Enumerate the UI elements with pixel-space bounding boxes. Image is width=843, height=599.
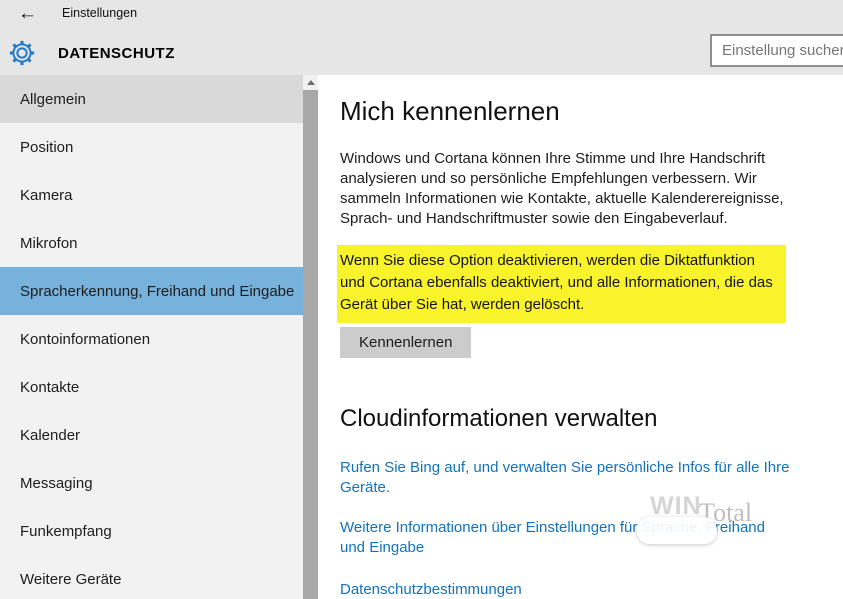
sidebar-item-funkempfang[interactable]: Funkempfang xyxy=(0,507,303,555)
back-row: ← Einstellungen xyxy=(0,0,843,28)
sidebar-item-kalender[interactable]: Kalender xyxy=(0,411,303,459)
sidebar-item-label: Position xyxy=(20,139,73,156)
sidebar-item-position[interactable]: Position xyxy=(0,123,303,171)
sidebar-item-label: Messaging xyxy=(20,475,93,492)
sidebar-item-spracherkennung[interactable]: Spracherkennung, Freihand und Eingabe xyxy=(0,267,303,315)
sidebar-item-allgemein[interactable]: Allgemein xyxy=(0,75,303,123)
sidebar-item-kontakte[interactable]: Kontakte xyxy=(0,363,303,411)
sidebar-item-label: Kamera xyxy=(20,187,73,204)
settings-header: ← Einstellungen DATENSCHUTZ xyxy=(0,0,843,75)
link-bing-personal-info[interactable]: Rufen Sie Bing auf, und verwalten Sie pe… xyxy=(340,458,792,498)
section-title-mich-kennenlernen: Mich kennenlernen xyxy=(340,95,843,127)
back-label[interactable]: Einstellungen xyxy=(62,6,137,20)
sidebar-item-messaging[interactable]: Messaging xyxy=(0,459,303,507)
link-more-info-speech-inking-typing[interactable]: Weitere Informationen über Einstellungen… xyxy=(340,518,792,558)
kennenlernen-button[interactable]: Kennenlernen xyxy=(340,327,471,358)
sidebar-item-label: Kontoinformationen xyxy=(20,331,150,348)
sidebar-scrollbar[interactable] xyxy=(303,75,318,599)
back-arrow-icon[interactable]: ← xyxy=(18,2,37,26)
chevron-up-icon[interactable] xyxy=(303,75,318,90)
sidebar-item-mikrofon[interactable]: Mikrofon xyxy=(0,219,303,267)
gear-icon xyxy=(8,39,36,67)
link-privacy-statement[interactable]: Datenschutzbestimmungen xyxy=(340,580,792,599)
sidebar-item-weitere-geraete[interactable]: Weitere Geräte xyxy=(0,555,303,599)
page-title: DATENSCHUTZ xyxy=(58,45,175,62)
search-input[interactable] xyxy=(710,34,843,67)
section-title-cloudinformationen: Cloudinformationen verwalten xyxy=(340,404,843,434)
highlighted-note: Wenn Sie diese Option deaktivieren, werd… xyxy=(337,245,786,323)
sidebar-item-label: Kalender xyxy=(20,427,80,444)
sidebar-item-kamera[interactable]: Kamera xyxy=(0,171,303,219)
know-me-description: Windows und Cortana können Ihre Stimme u… xyxy=(340,149,790,229)
sidebar-item-label: Spracherkennung, Freihand und Eingabe xyxy=(20,283,294,300)
privacy-sidebar: Allgemein Position Kamera Mikrofon Sprac… xyxy=(0,75,303,599)
sidebar-item-kontoinformationen[interactable]: Kontoinformationen xyxy=(0,315,303,363)
main-content: Mich kennenlernen Windows und Cortana kö… xyxy=(318,75,843,599)
sidebar-item-label: Mikrofon xyxy=(20,235,78,252)
scrollbar-thumb[interactable] xyxy=(303,90,318,599)
sidebar-item-label: Funkempfang xyxy=(20,523,112,540)
sidebar-item-label: Allgemein xyxy=(20,91,86,108)
sidebar-item-label: Kontakte xyxy=(20,379,79,396)
sidebar-item-label: Weitere Geräte xyxy=(20,571,121,588)
